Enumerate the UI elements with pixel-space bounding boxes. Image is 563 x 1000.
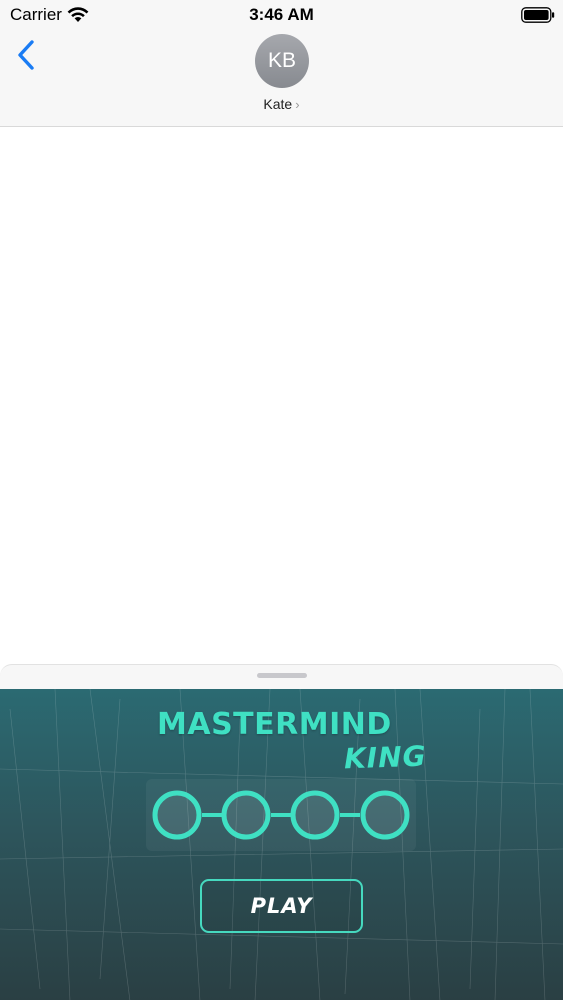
status-bar: Carrier 3:46 AM <box>0 0 563 30</box>
game-subtitle: KING <box>343 739 428 776</box>
imessage-app-sheet: MASTERMIND KING PLAY <box>0 664 563 1000</box>
chevron-right-icon: › <box>295 97 300 112</box>
messages-screen: Carrier 3:46 AM KB Kate › MASTERMIND KIN… <box>0 0 563 1000</box>
peg-slot <box>360 790 410 840</box>
peg-slot <box>152 790 202 840</box>
chevron-left-icon[interactable] <box>12 38 40 72</box>
status-time: 3:46 AM <box>249 5 314 24</box>
conversation-header: KB Kate › <box>0 30 563 127</box>
game-title: MASTERMIND <box>157 707 392 742</box>
battery-icon <box>521 7 555 23</box>
play-button[interactable]: PLAY <box>200 879 363 933</box>
contact-avatar[interactable]: KB <box>255 34 309 88</box>
contact-name: Kate <box>263 96 293 112</box>
contact-name-button[interactable]: Kate › <box>0 96 563 112</box>
sheet-grabber[interactable] <box>257 673 307 678</box>
game-panel: MASTERMIND KING PLAY <box>0 689 563 1000</box>
peg-slot <box>290 790 340 840</box>
peg-slot <box>221 790 271 840</box>
peg-row <box>152 790 410 840</box>
